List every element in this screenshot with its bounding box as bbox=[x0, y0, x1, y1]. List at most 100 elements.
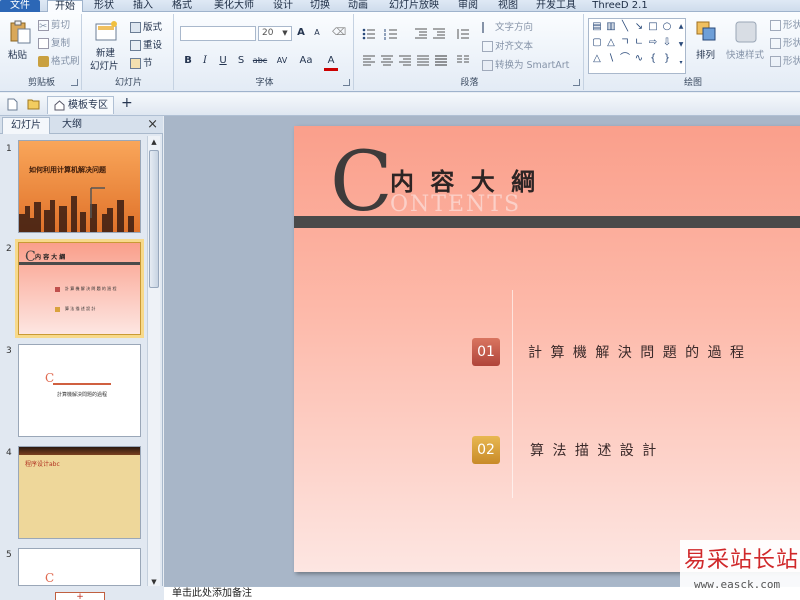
tab-animations[interactable]: 动画 bbox=[343, 0, 373, 12]
paragraph-launcher-icon[interactable] bbox=[573, 79, 580, 86]
align-center-icon[interactable] bbox=[380, 54, 394, 66]
elbow-shape-icon[interactable]: ㄱ bbox=[619, 37, 631, 49]
add-slide-button[interactable]: + bbox=[55, 592, 105, 600]
section-button[interactable]: 节 bbox=[130, 58, 153, 70]
decrease-indent-icon[interactable] bbox=[414, 28, 428, 40]
rounded-rect-shape-icon[interactable]: ▢ bbox=[591, 37, 603, 49]
char-spacing-button[interactable]: AV bbox=[272, 54, 292, 68]
font-launcher-icon[interactable] bbox=[343, 79, 350, 86]
tab-design[interactable]: 设计 bbox=[268, 0, 298, 12]
shadow-s-button[interactable]: S bbox=[234, 54, 248, 68]
textbox-shape-icon[interactable]: ▤ bbox=[591, 21, 603, 33]
increase-indent-icon[interactable] bbox=[432, 28, 446, 40]
vtextbox-shape-icon[interactable]: ▥ bbox=[605, 21, 617, 33]
text-direction-button[interactable]: 文字方向 bbox=[482, 22, 533, 34]
change-case-button[interactable]: Aa bbox=[296, 54, 316, 68]
gallery-down-icon[interactable]: ▼ bbox=[675, 39, 687, 51]
cut-button[interactable]: ✂ 剪切 bbox=[38, 20, 70, 32]
arc-shape-icon[interactable]: ⌒ bbox=[619, 53, 631, 65]
current-slide[interactable]: C 内 容 大 綱 ONTENTS 01 計 算 機 解 決 問 題 的 過 程… bbox=[294, 126, 800, 572]
shape-fill-button[interactable]: 形状 bbox=[770, 20, 800, 32]
slide-thumbnail-1[interactable]: 如何利用计算机解决问题 bbox=[18, 140, 141, 233]
rectangle-shape-icon[interactable]: □ bbox=[647, 21, 659, 33]
line-spacing-icon[interactable] bbox=[456, 28, 470, 40]
curve-shape-icon[interactable]: ∖ bbox=[605, 53, 617, 65]
align-text-button[interactable]: 对齐文本 bbox=[482, 41, 533, 53]
tab-format[interactable]: 格式 bbox=[166, 0, 198, 12]
slide-vertical-line bbox=[512, 290, 513, 498]
bullets-icon[interactable] bbox=[362, 28, 376, 40]
item-text[interactable]: 算 法 描 述 設 計 bbox=[530, 440, 658, 460]
slide-thumbnail-2[interactable]: C 内 容 大 綱 計 算 機 解 決 問 題 的 過 程 算 法 描 述 設 … bbox=[18, 242, 141, 335]
template-tab[interactable]: 模板专区 bbox=[47, 96, 114, 114]
justify-icon[interactable] bbox=[416, 54, 430, 66]
slide-thumbnail-4[interactable]: 程序设计abc bbox=[18, 446, 141, 539]
tab-file[interactable]: 文件 bbox=[0, 0, 40, 12]
shrink-font-button[interactable]: A bbox=[310, 26, 324, 40]
smartart-button[interactable]: 转换为 SmartArt bbox=[482, 60, 569, 72]
tab-slideshow[interactable]: 幻灯片放映 bbox=[383, 0, 445, 12]
italic-button[interactable]: I bbox=[198, 54, 212, 68]
tab-insert[interactable]: 插入 bbox=[127, 0, 159, 12]
distribute-icon[interactable] bbox=[434, 54, 448, 66]
line-shape-icon[interactable]: ╲ bbox=[619, 21, 631, 33]
freeform-shape-icon[interactable]: △ bbox=[591, 53, 603, 65]
triangle-shape-icon[interactable]: △ bbox=[605, 37, 617, 49]
add-tab-button[interactable]: + bbox=[121, 96, 133, 111]
shapes-gallery[interactable]: ▤ ▥ ╲ ↘ □ ○ ▢ △ ㄱ ㄴ ⇨ ⇩ △ ∖ ⌒ ∿ { } ▲ ▼ bbox=[588, 18, 686, 74]
slide-thumbnail-5[interactable]: C bbox=[18, 548, 141, 586]
reset-button[interactable]: 重设 bbox=[130, 40, 162, 52]
oval-shape-icon[interactable]: ○ bbox=[661, 21, 673, 33]
document-tab-bar: 模板专区 + bbox=[0, 93, 800, 116]
slide-subtitle[interactable]: ONTENTS bbox=[390, 192, 521, 217]
tab-slides[interactable]: 幻灯片 bbox=[2, 117, 50, 134]
grow-font-button[interactable]: A bbox=[294, 26, 308, 40]
down-arrow-shape-icon[interactable]: ⇩ bbox=[661, 37, 673, 49]
gallery-more-icon[interactable]: ▾ bbox=[675, 57, 687, 69]
align-right-icon[interactable] bbox=[398, 54, 412, 66]
folder-icon[interactable] bbox=[27, 98, 40, 110]
brace-right-shape-icon[interactable]: } bbox=[661, 53, 673, 65]
numbering-icon[interactable] bbox=[384, 28, 398, 40]
copy-button[interactable]: 复制 bbox=[38, 38, 70, 50]
scrollbar-thumb[interactable] bbox=[149, 150, 159, 288]
tab-review[interactable]: 审阅 bbox=[453, 0, 483, 12]
clipboard-launcher-icon[interactable] bbox=[71, 79, 78, 86]
bold-button[interactable]: B bbox=[181, 54, 195, 68]
layout-button[interactable]: 版式 bbox=[130, 22, 162, 34]
slide-thumbnail-3[interactable]: C 計算機解決問題的過程 bbox=[18, 344, 141, 437]
quick-styles-button[interactable]: 快速样式 bbox=[726, 18, 766, 74]
font-color-button[interactable]: A bbox=[324, 54, 338, 71]
strikethrough-button[interactable]: abc bbox=[250, 54, 270, 68]
tab-beautify[interactable]: 美化大师 bbox=[205, 0, 263, 12]
clear-format-icon[interactable]: ⌫ bbox=[332, 26, 346, 40]
shape-outline-button[interactable]: 形状 bbox=[770, 38, 800, 50]
tab-shape[interactable]: 形状 bbox=[88, 0, 120, 12]
new-document-icon[interactable] bbox=[7, 98, 18, 111]
columns-icon[interactable] bbox=[456, 54, 470, 66]
item-text[interactable]: 計 算 機 解 決 問 題 的 過 程 bbox=[528, 342, 746, 362]
close-panel-icon[interactable]: × bbox=[147, 116, 158, 133]
elbow2-shape-icon[interactable]: ㄴ bbox=[633, 37, 645, 49]
tab-developer[interactable]: 开发工具 bbox=[532, 0, 580, 12]
panel-scrollbar[interactable]: ▲ ▼ bbox=[147, 136, 160, 588]
brace-left-shape-icon[interactable]: { bbox=[647, 53, 659, 65]
wave-shape-icon[interactable]: ∿ bbox=[633, 53, 645, 65]
font-size-select[interactable]: 20 ▼ bbox=[258, 26, 292, 41]
align-left-icon[interactable] bbox=[362, 54, 376, 66]
scroll-up-icon[interactable]: ▲ bbox=[148, 136, 160, 148]
right-arrow-shape-icon[interactable]: ⇨ bbox=[647, 37, 659, 49]
shape-effect-button[interactable]: 形状 bbox=[770, 56, 800, 68]
tab-view[interactable]: 视图 bbox=[493, 0, 523, 12]
format-painter-button[interactable]: 格式刷 bbox=[38, 56, 80, 68]
tab-outline[interactable]: 大纲 bbox=[54, 117, 90, 134]
new-slide-button[interactable]: 新建 幻灯片 bbox=[88, 18, 126, 74]
gallery-up-icon[interactable]: ▲ bbox=[675, 21, 687, 33]
font-name-select[interactable] bbox=[180, 26, 256, 41]
arrow-line-shape-icon[interactable]: ↘ bbox=[633, 21, 645, 33]
arrange-button[interactable]: 排列 bbox=[690, 18, 724, 74]
tab-threed[interactable]: ThreeD 2.1 bbox=[590, 0, 650, 12]
tab-transitions[interactable]: 切换 bbox=[305, 0, 335, 12]
underline-button[interactable]: U bbox=[216, 54, 230, 68]
paste-button[interactable]: 粘贴 bbox=[6, 18, 34, 68]
